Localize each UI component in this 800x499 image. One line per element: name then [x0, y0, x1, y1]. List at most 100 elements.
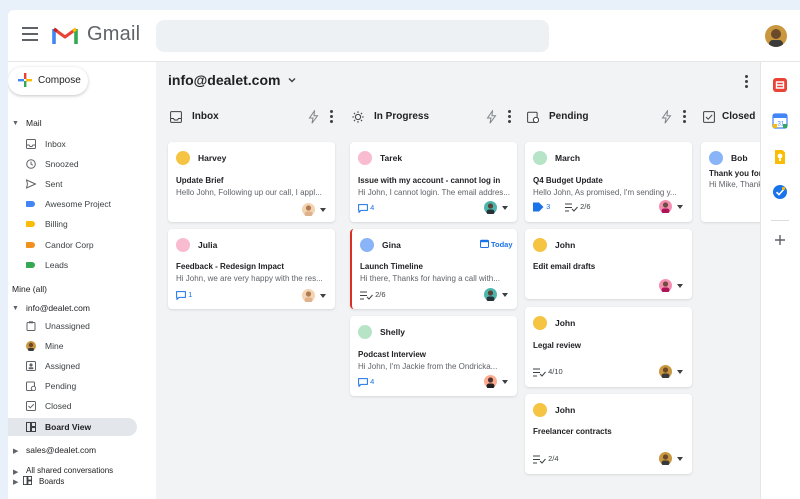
bolt-icon[interactable]	[486, 110, 497, 124]
compose-button[interactable]: Compose	[8, 67, 88, 95]
sidebar-item-candor-corp[interactable]: Candor Corp	[8, 236, 148, 254]
contact-avatar	[358, 325, 372, 339]
expand-caret-icon[interactable]: ▶	[13, 478, 18, 486]
account-label[interactable]: info@dealet.com	[26, 303, 90, 313]
gmelius-icon[interactable]	[772, 77, 788, 93]
assignee-avatar[interactable]	[659, 200, 672, 214]
card-gina[interactable]: Gina Today Launch Timeline Hi there, Tha…	[350, 229, 517, 309]
sidebar-item-label: Billing	[45, 219, 68, 229]
calendar-icon	[480, 239, 489, 248]
sidebar-item-unassigned[interactable]: Unassigned	[8, 317, 148, 335]
chevron-down-icon[interactable]	[677, 457, 683, 461]
label-icon	[26, 240, 36, 250]
boards-label[interactable]: Boards	[39, 477, 64, 486]
mail-section-title: Mail	[26, 118, 42, 128]
chevron-down-icon[interactable]	[677, 205, 683, 209]
due-badge: Today	[491, 240, 513, 249]
assignee-avatar[interactable]	[659, 279, 672, 293]
chevron-down-icon[interactable]	[677, 284, 683, 288]
bolt-icon[interactable]	[308, 110, 319, 124]
collapse-caret-icon[interactable]: ▼	[12, 305, 19, 312]
expand-caret-icon[interactable]: ▶	[13, 468, 18, 476]
add-icon[interactable]	[774, 234, 786, 246]
chevron-down-icon[interactable]	[320, 294, 326, 298]
sidebar-item-sent[interactable]: Sent	[8, 175, 148, 193]
more-options-icon[interactable]	[330, 110, 334, 125]
tasks-icon[interactable]	[772, 184, 788, 200]
assigned-icon	[26, 361, 36, 371]
sidebar-item-mine[interactable]: Mine	[8, 337, 148, 355]
shared-conversations-label[interactable]: All shared conversations	[26, 466, 113, 475]
sun-icon	[352, 111, 364, 123]
card-march[interactable]: March Q4 Budget Update Hello John, As pr…	[525, 142, 692, 222]
sidebar-item-assigned[interactable]: Assigned	[8, 357, 148, 375]
sidebar-item-leads[interactable]: Leads	[8, 256, 148, 274]
side-panel: 31	[760, 62, 800, 499]
sidebar-item-awesome-project[interactable]: Awesome Project	[8, 195, 148, 213]
chevron-down-icon[interactable]	[287, 75, 297, 85]
card-shelly[interactable]: Shelly Podcast Interview Hi John, I'm Ja…	[350, 316, 517, 396]
bolt-icon[interactable]	[661, 110, 672, 124]
sales-account-label[interactable]: sales@dealet.com	[26, 445, 96, 455]
inbox-icon	[170, 111, 182, 123]
more-options-icon[interactable]	[745, 75, 749, 90]
assignee-avatar[interactable]	[659, 452, 672, 466]
card-john-legal[interactable]: John Legal review 4/10	[525, 307, 692, 387]
comment-icon	[176, 290, 186, 300]
card-john-contracts[interactable]: John Freelancer contracts 2/4	[525, 394, 692, 474]
chevron-down-icon[interactable]	[502, 293, 508, 297]
divider	[771, 220, 789, 221]
search-bar[interactable]	[156, 20, 549, 52]
card-subject: Legal review	[533, 341, 582, 350]
assignee-avatar[interactable]	[302, 289, 315, 303]
card-sender: Tarek	[380, 153, 403, 163]
card-harvey[interactable]: Harvey Update Brief Hello John, Followin…	[168, 142, 335, 222]
calendar-icon[interactable]: 31	[772, 113, 788, 129]
column-header-in-progress: In Progress	[352, 106, 512, 128]
menu-icon[interactable]	[22, 27, 38, 41]
sidebar-item-billing[interactable]: Billing	[8, 215, 148, 233]
checklist-icon	[533, 368, 546, 377]
top-bar: Gmail	[8, 10, 800, 62]
more-options-icon[interactable]	[683, 110, 687, 125]
comment-count: 4	[358, 377, 374, 389]
chevron-down-icon[interactable]	[502, 206, 508, 210]
assignee-avatar[interactable]	[302, 203, 315, 217]
expand-caret-icon[interactable]: ▶	[13, 447, 18, 455]
sidebar-item-board-view[interactable]: Board View	[8, 418, 137, 436]
chevron-down-icon[interactable]	[677, 370, 683, 374]
checkbox-icon	[26, 401, 36, 411]
card-john-drafts[interactable]: John Edit email drafts	[525, 229, 692, 299]
more-options-icon[interactable]	[508, 110, 512, 125]
collapse-caret-icon[interactable]: ▼	[12, 120, 19, 127]
column-title: Closed	[722, 111, 756, 122]
assignee-avatar[interactable]	[659, 365, 672, 379]
card-tarek[interactable]: Tarek Issue with my account - cannot log…	[350, 142, 517, 222]
keep-icon[interactable]	[772, 149, 788, 165]
sidebar-item-pending[interactable]: Pending	[8, 377, 148, 395]
chevron-down-icon[interactable]	[320, 208, 326, 212]
sidebar-item-inbox[interactable]: Inbox	[8, 135, 148, 153]
label-icon	[26, 219, 36, 229]
assignee-avatar[interactable]	[484, 288, 497, 302]
sidebar-item-closed[interactable]: Closed	[8, 397, 148, 415]
contact-avatar	[533, 151, 547, 165]
assignee-avatar[interactable]	[484, 375, 497, 389]
contact-avatar	[533, 403, 547, 417]
sidebar-item-label: Sent	[45, 179, 63, 189]
chevron-down-icon[interactable]	[502, 380, 508, 384]
card-sender: Gina	[382, 240, 401, 250]
pending-icon	[26, 381, 36, 391]
task-progress: 2/4	[533, 454, 559, 466]
board-icon	[23, 476, 32, 485]
assignee-avatar[interactable]	[484, 201, 497, 215]
card-sender: March	[555, 153, 581, 163]
sidebar-item-label: Mine	[45, 341, 64, 351]
card-sender: Bob	[731, 153, 748, 163]
card-bob[interactable]: Bob Thank you for y Hi Mike, Thank	[701, 142, 760, 222]
card-subject: Thank you for y	[709, 169, 760, 178]
contact-avatar	[360, 238, 374, 252]
avatar[interactable]	[765, 25, 787, 47]
sidebar-item-snoozed[interactable]: Snoozed	[8, 155, 148, 173]
card-julia[interactable]: Julia Feedback - Redesign Impact Hi John…	[168, 229, 335, 309]
